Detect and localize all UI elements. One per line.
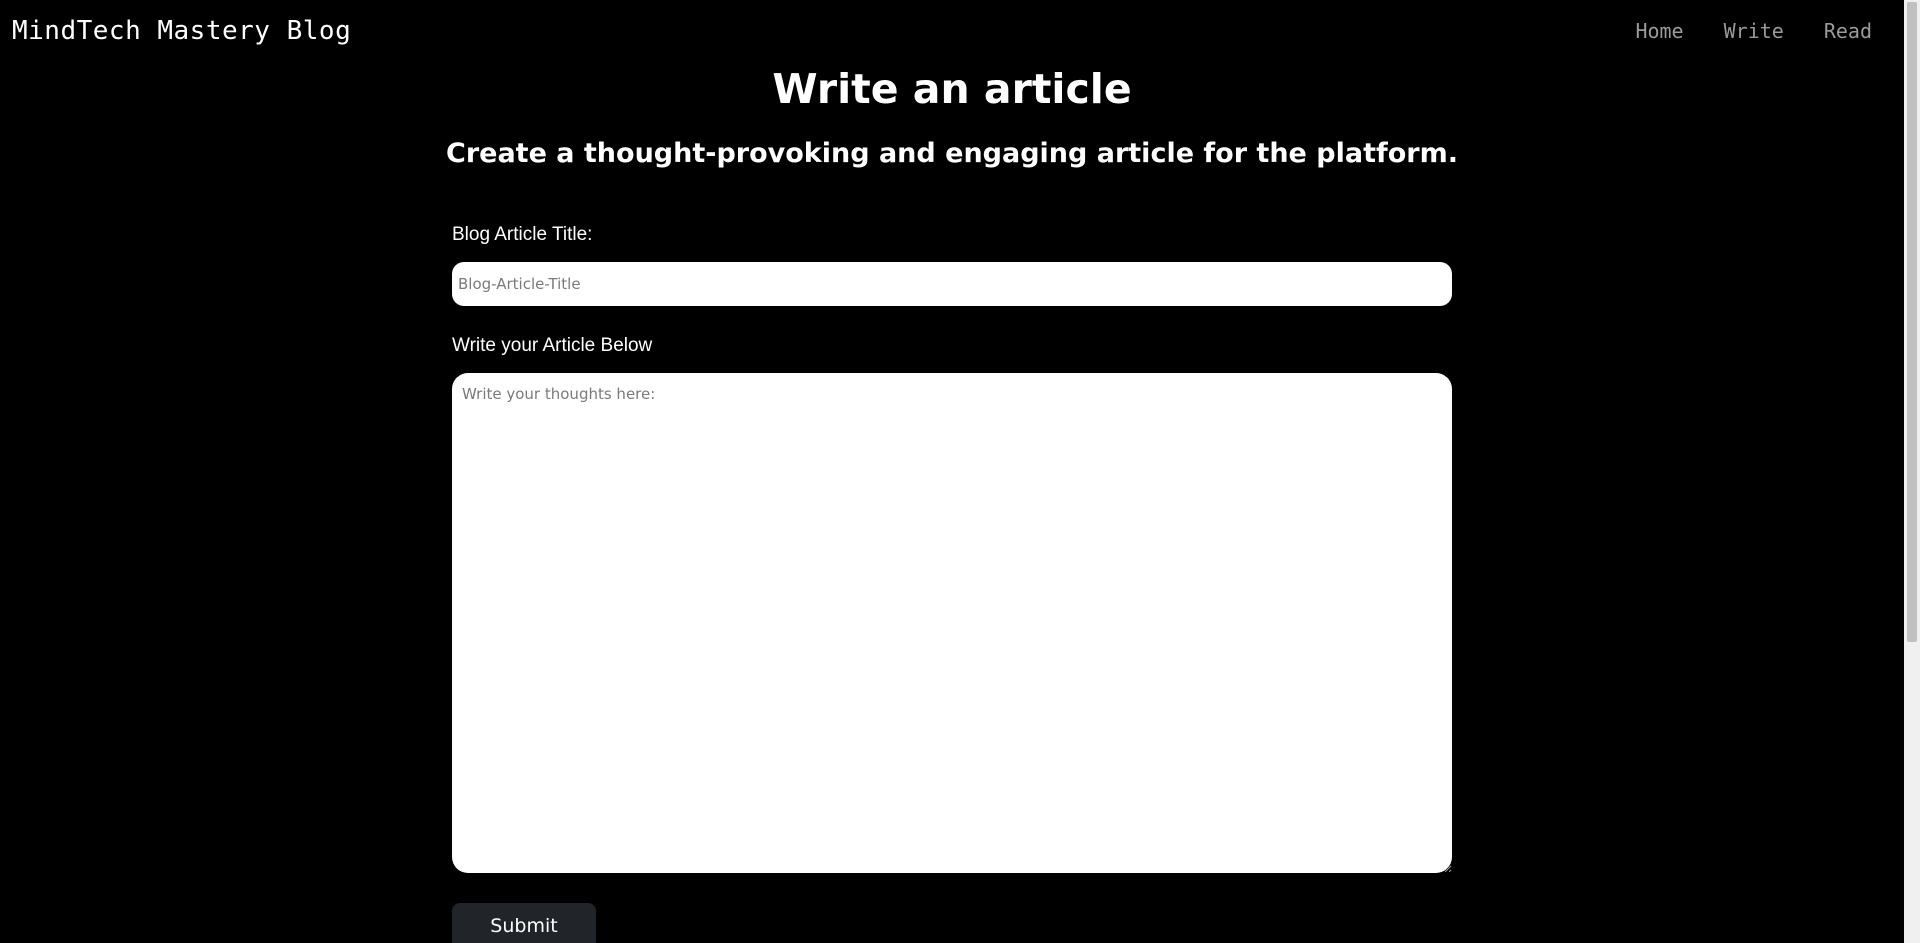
nav-read-link[interactable]: Read xyxy=(1824,18,1872,44)
top-nav: Home Write Read xyxy=(1635,18,1872,44)
article-title-input[interactable] xyxy=(452,262,1452,306)
article-body-label: Write your Article Below xyxy=(452,335,653,356)
page: MindTech Mastery Blog Home Write Read Wr… xyxy=(0,0,1920,943)
nav-home-link[interactable]: Home xyxy=(1635,18,1683,44)
submit-button[interactable]: Submit xyxy=(452,903,596,943)
article-title-label: Blog Article Title: xyxy=(452,224,593,245)
scrollbar-thumb[interactable] xyxy=(1907,2,1917,642)
nav-write-link[interactable]: Write xyxy=(1724,18,1784,44)
page-subtitle: Create a thought-provoking and engaging … xyxy=(446,138,1458,169)
page-title: Write an article xyxy=(772,65,1132,113)
site-brand[interactable]: MindTech Mastery Blog xyxy=(12,14,351,48)
article-body-textarea[interactable] xyxy=(452,373,1452,873)
page-scrollbar[interactable] xyxy=(1904,0,1920,943)
